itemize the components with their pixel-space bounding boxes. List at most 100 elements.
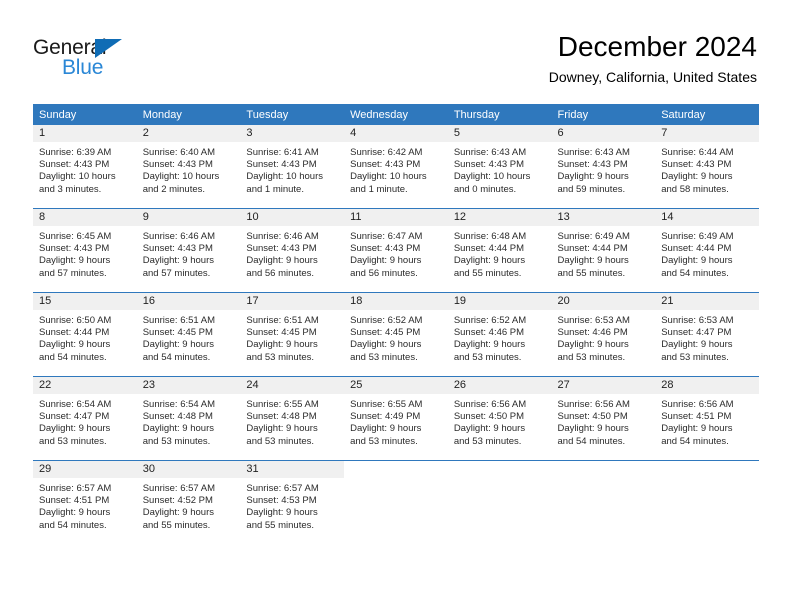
daylight-duration-line2: and 1 minute. — [246, 183, 304, 195]
daylight-duration-line1: Daylight: 9 hours — [39, 339, 111, 351]
day-cell-content: 16 Sunrise: 6:51 AM Sunset: 4:45 PM Dayligh… — [136, 293, 241, 376]
weekday-header-saturday: Saturday — [655, 104, 759, 125]
sunrise-time: Sunrise: 6:49 AM — [661, 231, 734, 242]
calendar-day-cell[interactable]: 15 Sunrise: 6:50 AM Sunset: 4:44 PM Dayligh… — [33, 292, 137, 377]
day-details: Sunrise: 6:44 AM Sunset: 4:43 PM Daylight:… — [655, 142, 759, 196]
calendar-day-cell[interactable]: 28 Sunrise: 6:56 AM Sunset: 4:51 PM Dayligh… — [655, 376, 759, 461]
daylight-duration-line1: Daylight: 9 hours — [246, 507, 318, 519]
sunset-time: Sunset: 4:46 PM — [557, 327, 628, 339]
sunrise-time: Sunrise: 6:53 AM — [661, 315, 734, 326]
sunrise-time: Sunrise: 6:51 AM — [142, 315, 216, 326]
daylight-duration-line1: Daylight: 9 hours — [557, 171, 629, 183]
daylight-duration-line2: and 55 minutes. — [246, 519, 315, 531]
calendar-day-cell[interactable]: 9 Sunrise: 6:46 AM Sunset: 4:43 PM Daylight… — [136, 208, 241, 293]
general-blue-logo[interactable]: General Blue — [33, 37, 213, 83]
day-details: Sunrise: 6:55 AM Sunset: 4:49 PM Daylight:… — [344, 394, 448, 448]
weekday-header-thursday: Thursday — [447, 104, 552, 125]
calendar-week-row: 1 Sunrise: 6:39 AM Sunset: 4:43 PM Daylight… — [33, 125, 759, 209]
daylight-duration-line2: and 54 minutes. — [39, 351, 107, 363]
day-cell-content: 13 Sunrise: 6:49 AM Sunset: 4:44 PM Dayligh… — [551, 209, 656, 292]
daylight-duration-line1: Daylight: 9 hours — [350, 255, 422, 267]
daylight-duration-line1: Daylight: 9 hours — [142, 339, 214, 351]
calendar-week-row: 22 Sunrise: 6:54 AM Sunset: 4:47 PM Dayligh… — [33, 376, 759, 461]
day-cell-content: 20 Sunrise: 6:53 AM Sunset: 4:46 PM Dayligh… — [551, 293, 656, 376]
calendar-day-cell[interactable]: 24 Sunrise: 6:55 AM Sunset: 4:48 PM Dayligh… — [240, 376, 345, 461]
sunrise-time: Sunrise: 6:55 AM — [350, 399, 423, 410]
calendar-day-cell[interactable]: 16 Sunrise: 6:51 AM Sunset: 4:45 PM Dayligh… — [136, 292, 241, 377]
sunset-time: Sunset: 4:43 PM — [246, 243, 317, 255]
day-number: 1 — [33, 125, 137, 142]
calendar-day-cell[interactable]: 23 Sunrise: 6:54 AM Sunset: 4:48 PM Dayligh… — [136, 376, 241, 461]
weekday-header-sunday: Sunday — [33, 104, 137, 125]
calendar-day-cell[interactable]: 22 Sunrise: 6:54 AM Sunset: 4:47 PM Dayligh… — [33, 376, 137, 461]
calendar-day-cell[interactable]: 10 Sunrise: 6:46 AM Sunset: 4:43 PM Dayligh… — [240, 208, 345, 293]
weekday-header-friday: Friday — [551, 104, 656, 125]
day-details: Sunrise: 6:53 AM Sunset: 4:46 PM Daylight:… — [552, 310, 656, 364]
day-number: 15 — [33, 293, 137, 310]
calendar-day-cell[interactable]: 7 Sunrise: 6:44 AM Sunset: 4:43 PM Daylight… — [655, 125, 759, 209]
day-number: 23 — [136, 377, 241, 394]
day-number: 11 — [344, 209, 448, 226]
day-cell-content: 14 Sunrise: 6:49 AM Sunset: 4:44 PM Dayligh… — [655, 209, 759, 292]
day-cell-content: 4 Sunrise: 6:42 AM Sunset: 4:43 PM Daylight… — [344, 125, 448, 208]
calendar-day-cell[interactable]: 17 Sunrise: 6:51 AM Sunset: 4:45 PM Dayligh… — [240, 292, 345, 377]
day-cell-content: 1 Sunrise: 6:39 AM Sunset: 4:43 PM Daylight… — [33, 125, 137, 208]
daylight-duration-line2: and 56 minutes. — [246, 267, 315, 279]
calendar-week-row: 15 Sunrise: 6:50 AM Sunset: 4:44 PM Dayligh… — [33, 292, 759, 377]
calendar-day-cell[interactable]: 14 Sunrise: 6:49 AM Sunset: 4:44 PM Dayligh… — [655, 208, 759, 293]
weekday-header-monday: Monday — [136, 104, 241, 125]
sunset-time: Sunset: 4:44 PM — [453, 243, 525, 255]
sunrise-time: Sunrise: 6:55 AM — [246, 399, 319, 410]
day-number: 29 — [33, 461, 137, 478]
daylight-duration-line1: Daylight: 9 hours — [246, 339, 318, 351]
day-details: Sunrise: 6:54 AM Sunset: 4:47 PM Daylight:… — [33, 394, 137, 448]
calendar-day-cell[interactable]: 31 Sunrise: 6:57 AM Sunset: 4:53 PM Dayligh… — [240, 460, 345, 544]
day-cell-content: 28 Sunrise: 6:56 AM Sunset: 4:51 PM Dayligh… — [655, 377, 759, 460]
calendar-day-cell[interactable]: 20 Sunrise: 6:53 AM Sunset: 4:46 PM Dayligh… — [551, 292, 656, 377]
day-details: Sunrise: 6:41 AM Sunset: 4:43 PM Daylight:… — [240, 142, 344, 196]
daylight-duration-line1: Daylight: 9 hours — [453, 423, 526, 435]
calendar-day-cell[interactable]: 18 Sunrise: 6:52 AM Sunset: 4:45 PM Dayligh… — [344, 292, 448, 377]
day-number: 6 — [551, 125, 656, 142]
calendar-day-cell[interactable]: 2 Sunrise: 6:40 AM Sunset: 4:43 PM Daylight… — [136, 125, 241, 209]
day-number: 25 — [344, 377, 448, 394]
calendar-day-cell[interactable]: 30 Sunrise: 6:57 AM Sunset: 4:52 PM Dayligh… — [136, 460, 241, 544]
sunrise-time: Sunrise: 6:52 AM — [453, 315, 527, 326]
calendar-day-cell[interactable]: 25 Sunrise: 6:55 AM Sunset: 4:49 PM Dayligh… — [344, 376, 448, 461]
daylight-duration-line1: Daylight: 9 hours — [661, 339, 733, 351]
calendar-day-cell[interactable]: 5 Sunrise: 6:43 AM Sunset: 4:43 PM Daylight… — [447, 125, 552, 209]
sunset-time: Sunset: 4:43 PM — [246, 159, 317, 171]
calendar-day-cell[interactable]: 12 Sunrise: 6:48 AM Sunset: 4:44 PM Dayligh… — [447, 208, 552, 293]
sunset-time: Sunset: 4:43 PM — [350, 159, 421, 171]
sunrise-time: Sunrise: 6:44 AM — [661, 147, 734, 158]
calendar-day-cell[interactable]: 29 Sunrise: 6:57 AM Sunset: 4:51 PM Dayligh… — [33, 460, 137, 544]
page-title: December 2024 — [557, 31, 757, 62]
calendar-day-cell[interactable]: 26 Sunrise: 6:56 AM Sunset: 4:50 PM Dayligh… — [447, 376, 552, 461]
calendar-day-cell[interactable]: 6 Sunrise: 6:43 AM Sunset: 4:43 PM Daylight… — [551, 125, 656, 209]
calendar-day-cell[interactable]: 3 Sunrise: 6:41 AM Sunset: 4:43 PM Daylight… — [240, 125, 345, 209]
calendar-day-cell[interactable]: 8 Sunrise: 6:45 AM Sunset: 4:43 PM Daylight… — [33, 208, 137, 293]
day-details: Sunrise: 6:49 AM Sunset: 4:44 PM Daylight:… — [655, 226, 759, 280]
day-cell-content: 19 Sunrise: 6:52 AM Sunset: 4:46 PM Dayligh… — [447, 293, 552, 376]
sunrise-time: Sunrise: 6:53 AM — [557, 315, 630, 326]
day-details: Sunrise: 6:48 AM Sunset: 4:44 PM Daylight:… — [448, 226, 552, 280]
calendar-day-cell[interactable]: 1 Sunrise: 6:39 AM Sunset: 4:43 PM Daylight… — [33, 125, 137, 209]
calendar-day-cell[interactable]: 13 Sunrise: 6:49 AM Sunset: 4:44 PM Dayligh… — [551, 208, 656, 293]
day-details: Sunrise: 6:57 AM Sunset: 4:52 PM Daylight:… — [137, 478, 241, 532]
calendar-day-cell[interactable]: 21 Sunrise: 6:53 AM Sunset: 4:47 PM Dayligh… — [655, 292, 759, 377]
daylight-duration-line2: and 53 minutes. — [350, 435, 418, 447]
calendar-day-cell — [344, 460, 448, 544]
calendar-day-cell[interactable]: 27 Sunrise: 6:56 AM Sunset: 4:50 PM Dayligh… — [551, 376, 656, 461]
day-cell-content: 25 Sunrise: 6:55 AM Sunset: 4:49 PM Dayligh… — [344, 377, 448, 460]
daylight-duration-line2: and 53 minutes. — [661, 351, 729, 363]
day-cell-content: 24 Sunrise: 6:55 AM Sunset: 4:48 PM Dayligh… — [240, 377, 345, 460]
calendar-day-cell[interactable]: 4 Sunrise: 6:42 AM Sunset: 4:43 PM Daylight… — [344, 125, 448, 209]
day-details: Sunrise: 6:51 AM Sunset: 4:45 PM Daylight:… — [137, 310, 241, 364]
sunset-time: Sunset: 4:43 PM — [39, 243, 110, 255]
day-number — [655, 461, 759, 478]
calendar-day-cell[interactable]: 19 Sunrise: 6:52 AM Sunset: 4:46 PM Dayligh… — [447, 292, 552, 377]
calendar-day-cell[interactable]: 11 Sunrise: 6:47 AM Sunset: 4:43 PM Dayligh… — [344, 208, 448, 293]
calendar-body: 1 Sunrise: 6:39 AM Sunset: 4:43 PM Daylight… — [33, 125, 759, 544]
daylight-duration-line1: Daylight: 9 hours — [661, 423, 733, 435]
sunrise-time: Sunrise: 6:57 AM — [246, 483, 319, 494]
